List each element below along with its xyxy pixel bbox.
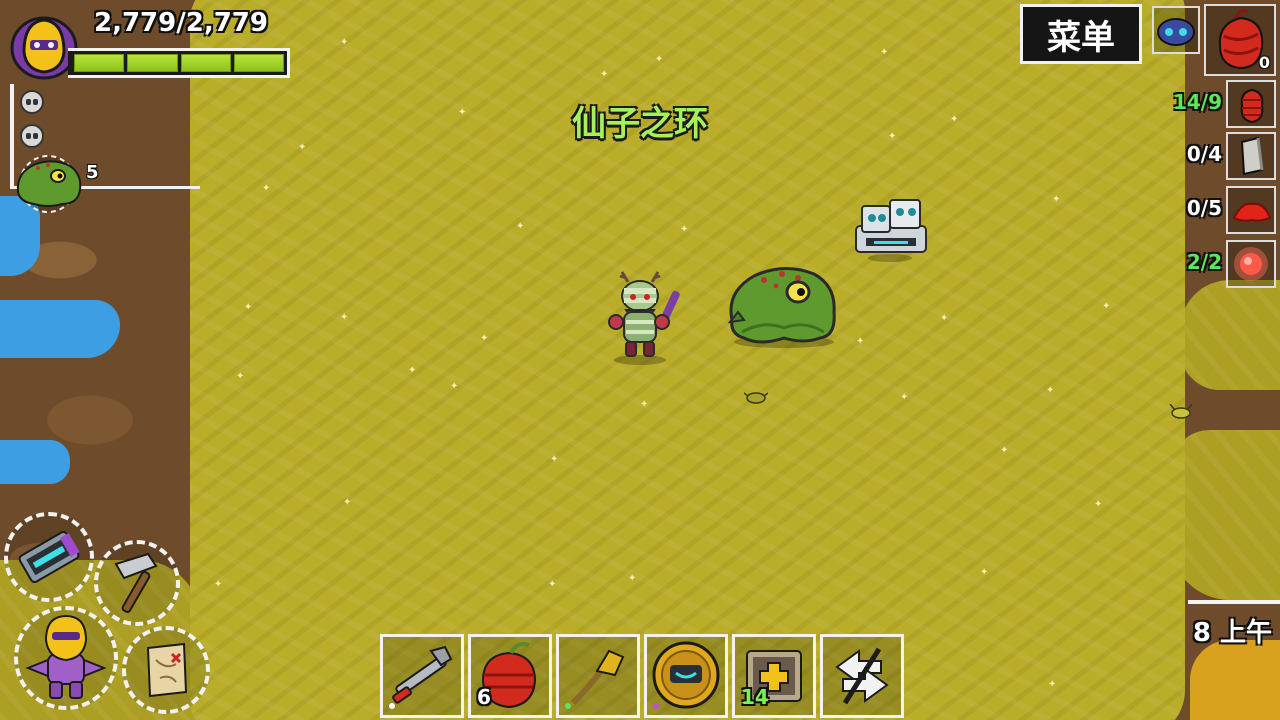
item-count: 6 — [477, 685, 491, 709]
water-pool — [0, 440, 70, 484]
flower-decoration: ✦ — [628, 573, 637, 584]
character-icon — [25, 614, 107, 699]
player-character[interactable] — [600, 270, 684, 366]
flower-decoration: ✦ — [262, 183, 271, 194]
flower-decoration: ✦ — [340, 312, 349, 323]
requirement-row[interactable]: 2/2 — [1160, 240, 1276, 288]
pet-count: 5 — [86, 162, 99, 183]
glowing-orb-icon — [1226, 240, 1276, 288]
small-critter[interactable] — [1168, 404, 1194, 420]
flower-decoration: ✦ — [600, 69, 609, 80]
health-bar-segment — [180, 54, 231, 72]
health-bar-segment — [127, 54, 178, 72]
skull-icon[interactable] — [20, 124, 44, 148]
hotbar-slot-2[interactable]: 6 — [468, 634, 552, 718]
slot-indicator-dot — [653, 703, 659, 709]
grass-patch — [1190, 640, 1280, 720]
menu-button[interactable]: 菜单 — [1020, 4, 1142, 64]
hotbar: 6 14 — [380, 634, 904, 718]
character-button[interactable] — [14, 606, 118, 710]
quest-item-slot[interactable]: 0 — [1204, 4, 1276, 76]
red-powder-icon — [1226, 186, 1276, 234]
flower-decoration: ✦ — [548, 579, 557, 590]
flower-decoration: ✦ — [298, 142, 307, 153]
scroll-map-icon — [146, 642, 188, 698]
small-critter[interactable] — [744, 390, 768, 404]
zone-name-label: 仙子之环 — [572, 104, 708, 144]
flower-decoration: ✦ — [1094, 499, 1103, 510]
clock-divider — [1188, 600, 1280, 604]
flower-decoration: ✦ — [343, 497, 352, 508]
requirement-row[interactable]: 14/9 — [1160, 80, 1276, 128]
quest-map-button[interactable] — [122, 626, 210, 714]
flower-decoration: ✦ — [244, 302, 253, 313]
flower-decoration: ✦ — [236, 371, 245, 382]
flower-decoration: ✦ — [1048, 679, 1057, 690]
robot-crate[interactable] — [852, 196, 930, 262]
device-icon — [18, 530, 80, 584]
flower-decoration: ✦ — [1000, 445, 1009, 456]
health-bar-segment — [74, 54, 125, 72]
flower-decoration: ✦ — [655, 54, 664, 65]
gadget-slot[interactable] — [1152, 6, 1200, 54]
flower-decoration: ✦ — [856, 336, 865, 347]
golden-helmet-icon — [652, 641, 720, 709]
wrench-weapon-icon — [392, 645, 453, 704]
build-mode-button[interactable] — [4, 512, 94, 602]
flower-decoration: ✦ — [450, 381, 459, 392]
flower-decoration: ✦ — [1052, 194, 1061, 205]
hotbar-slot-1[interactable] — [380, 634, 464, 718]
slot-indicator-dot — [389, 703, 395, 709]
requirement-count: 14/9 — [1172, 90, 1222, 114]
flower-decoration: ✦ — [880, 47, 889, 58]
flower-decoration: ✦ — [888, 131, 897, 142]
grass-patch — [1170, 430, 1280, 600]
game-world[interactable]: ✦ ✦ ✦ ✦ ✦ ✦ ✦ ✦ ✦ ✦ ✦ ✦ ✦ ✦ ✦ ✦ ✦ ✦ ✦ ✦ … — [0, 0, 1280, 720]
requirement-row[interactable]: 0/5 — [1160, 186, 1276, 234]
item-count: 14 — [741, 685, 769, 709]
hotbar-slot-6[interactable] — [820, 634, 904, 718]
flower-decoration: ✦ — [1102, 301, 1111, 312]
red-coil-icon — [1226, 80, 1276, 128]
water-pool — [0, 300, 120, 358]
flower-decoration: ✦ — [214, 579, 223, 590]
requirement-row[interactable]: 0/4 — [1160, 132, 1276, 180]
slot-indicator-dot — [565, 703, 571, 709]
time-of-day-label: 8 上午 — [1192, 618, 1272, 648]
requirement-count: 0/5 — [1186, 196, 1222, 220]
flower-decoration: ✦ — [480, 333, 489, 344]
flower-decoration: ✦ — [900, 392, 909, 403]
flower-decoration: ✦ — [940, 313, 949, 324]
crystal-staff-icon — [570, 649, 625, 706]
hotbar-slot-5[interactable]: 14 — [732, 634, 816, 718]
health-bar — [68, 48, 290, 78]
flower-decoration: ✦ — [458, 107, 467, 118]
flower-decoration: ✦ — [950, 114, 959, 125]
requirement-count: 2/2 — [1186, 250, 1222, 274]
pet-wompit-icon[interactable] — [12, 152, 84, 214]
flower-decoration: ✦ — [980, 567, 989, 578]
health-text: 2,779/2,779 — [94, 8, 268, 38]
flower-decoration: ✦ — [516, 221, 525, 232]
requirement-count: 0/4 — [1186, 142, 1222, 166]
flower-decoration: ✦ — [408, 365, 417, 376]
hotbar-slot-3[interactable] — [556, 634, 640, 718]
skull-icon[interactable] — [20, 90, 44, 114]
grass-patch — [1180, 280, 1280, 390]
flower-decoration: ✦ — [340, 37, 349, 48]
wompit-creature[interactable] — [724, 262, 844, 348]
flower-decoration: ✦ — [640, 399, 649, 410]
stone-slab-icon — [1226, 132, 1276, 180]
health-bar-segment — [233, 54, 284, 72]
flower-decoration: ✦ — [550, 454, 559, 465]
gadget-device-icon — [1157, 18, 1195, 46]
swap-arrows-icon — [835, 647, 889, 705]
flower-decoration: ✦ — [1046, 385, 1055, 396]
flower-decoration: ✦ — [680, 224, 689, 235]
hotbar-slot-4[interactable] — [644, 634, 728, 718]
quest-item-count: 0 — [1258, 53, 1270, 72]
